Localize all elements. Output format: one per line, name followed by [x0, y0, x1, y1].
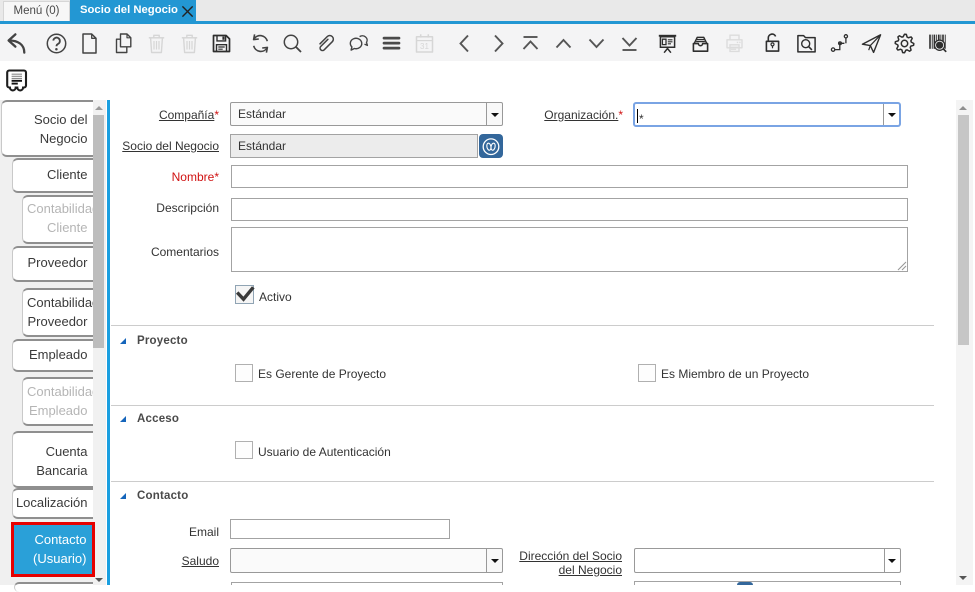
- svg-text:31: 31: [420, 42, 429, 51]
